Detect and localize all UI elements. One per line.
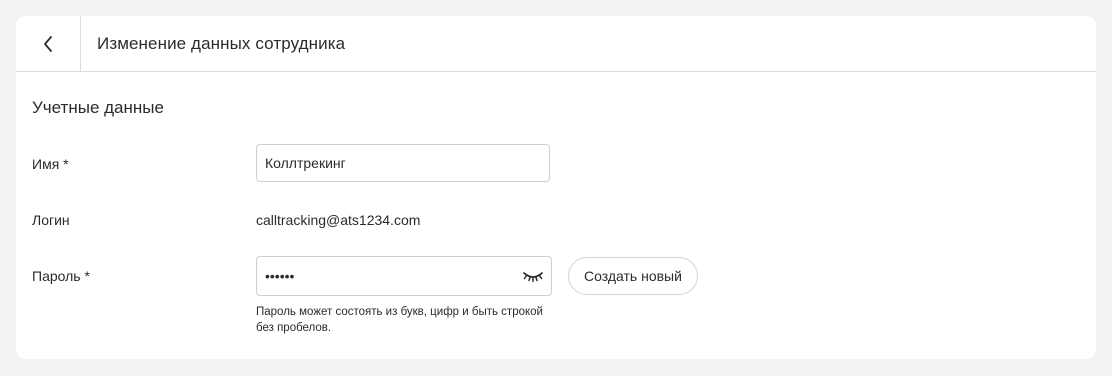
password-label: Пароль *	[32, 268, 90, 284]
chevron-left-icon	[44, 35, 52, 52]
page-header: Изменение данных сотрудника	[16, 16, 1096, 72]
back-button[interactable]	[16, 16, 81, 71]
name-input[interactable]	[256, 144, 550, 182]
eye-closed-icon[interactable]	[522, 266, 544, 286]
page-title: Изменение данных сотрудника	[97, 34, 346, 53]
login-value: calltracking@ats1234.com	[256, 212, 421, 228]
section-title: Учетные данные	[32, 98, 164, 117]
generate-password-button[interactable]: Создать новый	[568, 257, 698, 295]
password-input[interactable]	[256, 256, 552, 296]
password-field	[256, 256, 552, 296]
name-label: Имя *	[32, 156, 69, 172]
password-hint: Пароль может состоять из букв, цифр и бы…	[256, 306, 543, 334]
edit-employee-card: Изменение данных сотрудника Учетные данн…	[16, 16, 1096, 359]
login-label: Логин	[32, 212, 70, 228]
